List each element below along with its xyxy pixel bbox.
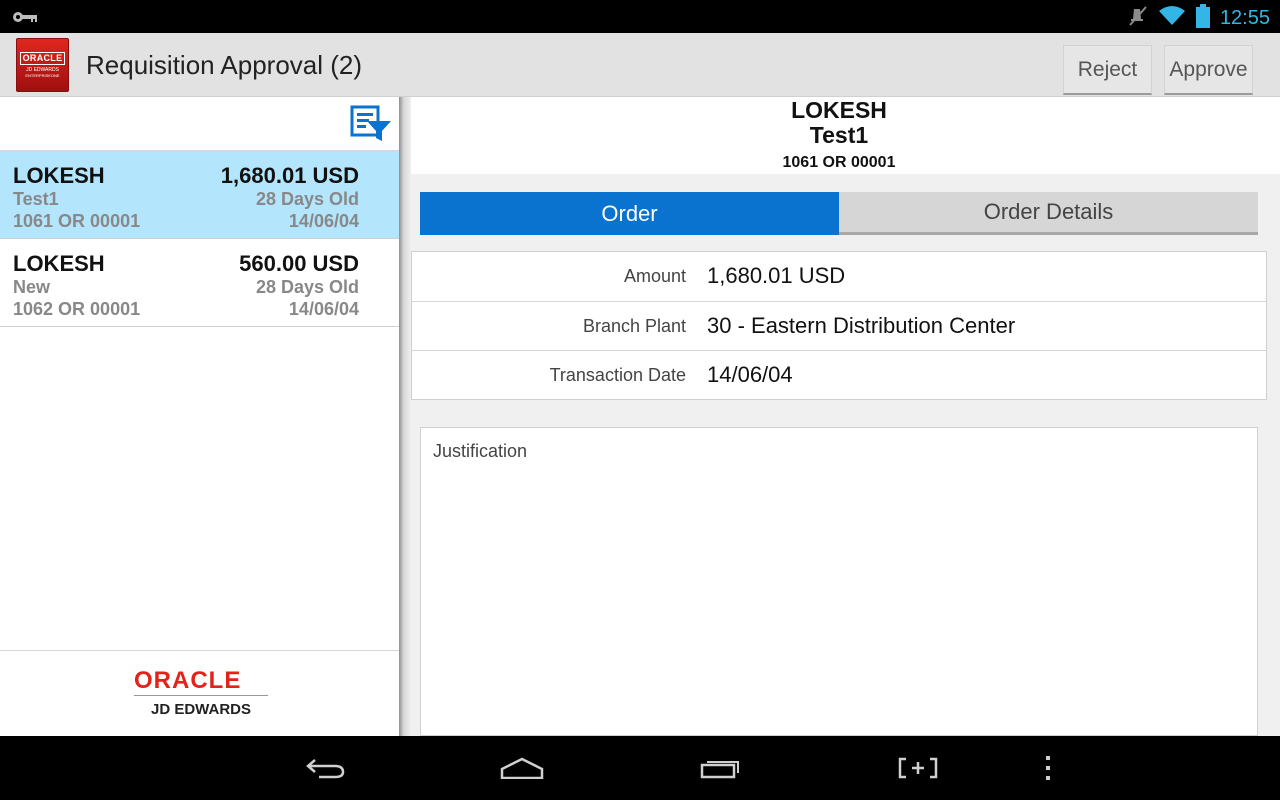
justification-label: Justification bbox=[433, 441, 528, 461]
detail-name: LOKESH bbox=[791, 97, 887, 123]
jde-logo-text: JD EDWARDS bbox=[150, 701, 251, 718]
filter-icon[interactable] bbox=[350, 105, 392, 147]
menu-icon[interactable] bbox=[1040, 752, 1056, 784]
list-item-description: Test1 bbox=[13, 189, 59, 209]
list-item-name: LOKESH bbox=[13, 163, 105, 188]
field-value: 14/06/04 bbox=[707, 362, 793, 387]
navigation-bar bbox=[0, 736, 1280, 800]
field-label: Amount bbox=[623, 266, 686, 286]
field-value: 1,680.01 USD bbox=[707, 263, 846, 288]
filter-bar bbox=[0, 97, 399, 151]
list-item-order: 1061 OR 00001 bbox=[13, 211, 141, 231]
detail-header: LOKESH Test1 1061 OR 00001 bbox=[411, 97, 1280, 174]
key-icon bbox=[12, 9, 38, 28]
tab-order[interactable]: Order bbox=[420, 192, 839, 235]
list-item-date: 14/06/04 bbox=[288, 211, 359, 231]
list-item-amount: 1,680.01 USD bbox=[220, 163, 359, 188]
field-label: Branch Plant bbox=[582, 316, 686, 336]
app-logo: ORACLE JD EDWARDS ENTERPRISEONE bbox=[16, 38, 69, 92]
order-fields: Amount 1,680.01 USD Branch Plant 30 - Ea… bbox=[411, 251, 1267, 400]
detail-description: Test1 bbox=[809, 122, 869, 148]
field-row-transaction-date: Transaction Date 14/06/04 bbox=[412, 350, 1266, 399]
app-logo-enterpriseone: ENTERPRISEONE bbox=[25, 73, 60, 78]
detail-tabs: Order Order Details bbox=[420, 192, 1258, 235]
field-value: 30 - Eastern Distribution Center bbox=[707, 313, 1016, 338]
action-bar: ORACLE JD EDWARDS ENTERPRISEONE Requisit… bbox=[0, 33, 1280, 97]
list-item-date: 14/06/04 bbox=[288, 299, 359, 319]
screenshot-icon[interactable] bbox=[896, 752, 940, 784]
list-item-name: LOKESH bbox=[13, 251, 105, 276]
field-row-amount: Amount 1,680.01 USD bbox=[412, 252, 1266, 301]
detail-order-number: 1061 OR 00001 bbox=[782, 154, 896, 171]
justification-field[interactable]: Justification bbox=[420, 427, 1258, 736]
list-item-requisition-2[interactable]: LOKESH 560.00 USD New 28 Days Old 1062 O… bbox=[0, 239, 399, 327]
oracle-jde-logo: ORACLE JD EDWARDS bbox=[0, 650, 399, 736]
mute-icon bbox=[1128, 5, 1148, 31]
app-logo-oracle: ORACLE bbox=[19, 52, 66, 65]
pane-divider bbox=[399, 97, 411, 736]
reject-button[interactable]: Reject bbox=[1063, 45, 1152, 95]
tab-order-details[interactable]: Order Details bbox=[839, 192, 1258, 235]
oracle-logo-text: ORACLE bbox=[134, 667, 242, 694]
list-item-order: 1062 OR 00001 bbox=[13, 299, 141, 319]
list-item-age: 28 Days Old bbox=[255, 277, 359, 297]
list-item-requisition-1[interactable]: LOKESH 1,680.01 USD Test1 28 Days Old 10… bbox=[0, 151, 399, 239]
logo-divider bbox=[134, 695, 268, 696]
requisition-list-pane: LOKESH 1,680.01 USD Test1 28 Days Old 10… bbox=[0, 97, 399, 736]
approve-button[interactable]: Approve bbox=[1164, 45, 1253, 95]
field-label: Transaction Date bbox=[549, 365, 686, 385]
field-row-branch-plant: Branch Plant 30 - Eastern Distribution C… bbox=[412, 301, 1266, 350]
page-title: Requisition Approval (2) bbox=[86, 50, 363, 80]
wifi-icon bbox=[1158, 5, 1186, 31]
list-item-description: New bbox=[13, 277, 51, 297]
list-item-age: 28 Days Old bbox=[255, 189, 359, 209]
back-icon[interactable] bbox=[303, 752, 347, 784]
battery-icon bbox=[1195, 4, 1210, 32]
requisition-detail-pane: LOKESH Test1 1061 OR 00001 Order Order D… bbox=[411, 97, 1280, 736]
list-item-amount: 560.00 USD bbox=[239, 251, 359, 276]
clock: 12:55 bbox=[1219, 6, 1270, 29]
recents-icon[interactable] bbox=[698, 752, 742, 784]
home-icon[interactable] bbox=[500, 752, 544, 784]
status-bar: 12:55 bbox=[0, 0, 1280, 33]
